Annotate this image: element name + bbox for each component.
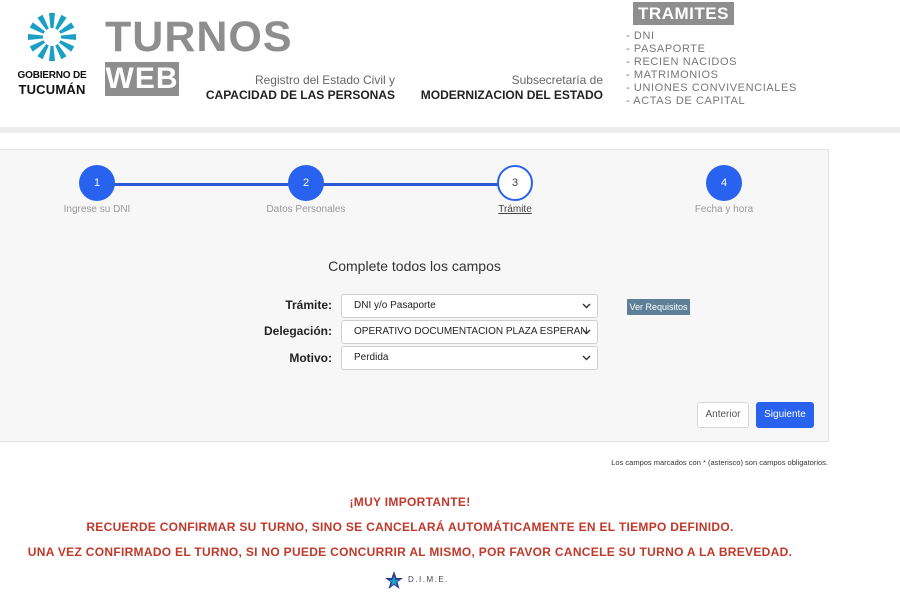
- dime-star-icon: [385, 571, 403, 589]
- site-title: TURNOS: [105, 13, 293, 61]
- step-2-circle: 2: [288, 165, 324, 201]
- tramites-list-item: - DNI: [626, 30, 655, 42]
- tramites-heading: TRAMITES: [633, 2, 734, 25]
- tramite-select[interactable]: DNI y/o Pasaporte: [341, 294, 598, 318]
- warning-line-1: RECUERDE CONFIRMAR SU TURNO, SINO SE CAN…: [86, 520, 734, 534]
- step-4-circle: 4: [706, 165, 742, 201]
- chevron-down-icon: [582, 347, 591, 378]
- siguiente-button[interactable]: Siguiente: [756, 402, 814, 428]
- site-title-web: WEB: [105, 62, 179, 96]
- gobierno-tucuman-logo[interactable]: GOBIERNO DE TUCUMÁN: [16, 12, 88, 102]
- ver-requisitos-button[interactable]: Ver Requisitos: [627, 299, 690, 315]
- anterior-button[interactable]: Anterior: [697, 402, 749, 428]
- tramites-list-item: - RECIEN NACIDOS: [626, 56, 738, 68]
- step-4-label: Fecha y hora: [694, 204, 754, 215]
- tramites-list: - DNI - PASAPORTE - RECIEN NACIDOS - MAT…: [626, 30, 797, 108]
- motivo-select[interactable]: Perdida: [341, 346, 598, 370]
- step-1-label: Ingrese su DNI: [63, 204, 131, 215]
- tramites-list-item: - MATRIMONIOS: [626, 69, 719, 81]
- dime-text: D.I.M.E.: [408, 575, 449, 584]
- delegacion-select-value: OPERATIVO DOCUMENTACION PLAZA ESPERAN: [354, 326, 588, 337]
- logo-text-tucuman: TUCUMÁN: [18, 82, 86, 97]
- delegacion-label: Delegación:: [263, 324, 332, 338]
- form-panel: 1 Ingrese su DNI 2 Datos Personales 3 Tr…: [0, 149, 829, 442]
- logo-text-gobierno: GOBIERNO DE: [17, 70, 87, 81]
- subsecretaria-subtitle: Subsecretaría de: [511, 73, 603, 87]
- step-2-label: Datos Personales: [266, 204, 346, 215]
- warning-line-2: UNA VEZ CONFIRMADO EL TURNO, SI NO PUEDE…: [27, 545, 793, 559]
- delegacion-select[interactable]: OPERATIVO DOCUMENTACION PLAZA ESPERAN: [341, 320, 598, 344]
- tramite-select-value: DNI y/o Pasaporte: [354, 300, 436, 311]
- subsecretaria-title: MODERNIZACION DEL ESTADO: [420, 88, 603, 102]
- header-divider: [0, 127, 900, 133]
- tucuman-sun-logo-icon: [28, 13, 76, 61]
- tramites-list-item: - ACTAS DE CAPITAL: [626, 95, 746, 107]
- header: GOBIERNO DE TUCUMÁN TURNOS WEB Registro …: [0, 0, 900, 128]
- required-fields-note: Los campos marcados con * (asterisco) so…: [611, 458, 828, 467]
- tramites-list-item: - UNIONES CONVIVENCIALES: [626, 82, 797, 94]
- tramite-label: Trámite:: [285, 298, 332, 312]
- registry-title: CAPACIDAD DE LAS PERSONAS: [205, 88, 395, 102]
- step-3-circle: 3: [497, 165, 533, 201]
- warning-title: ¡MUY IMPORTANTE!: [349, 495, 471, 509]
- page: GOBIERNO DE TUCUMÁN TURNOS WEB Registro …: [0, 0, 900, 600]
- form-title: Complete todos los campos: [328, 258, 501, 274]
- motivo-select-value: Perdida: [354, 352, 389, 363]
- step-1-circle: 1: [79, 165, 115, 201]
- registry-subtitle: Registro del Estado Civil y: [254, 73, 395, 87]
- dime-footer-logo[interactable]: D.I.M.E.: [384, 570, 447, 592]
- tramites-list-item: - PASAPORTE: [626, 43, 706, 55]
- step-3-label: Trámite: [498, 204, 532, 215]
- motivo-label: Motivo:: [289, 351, 332, 365]
